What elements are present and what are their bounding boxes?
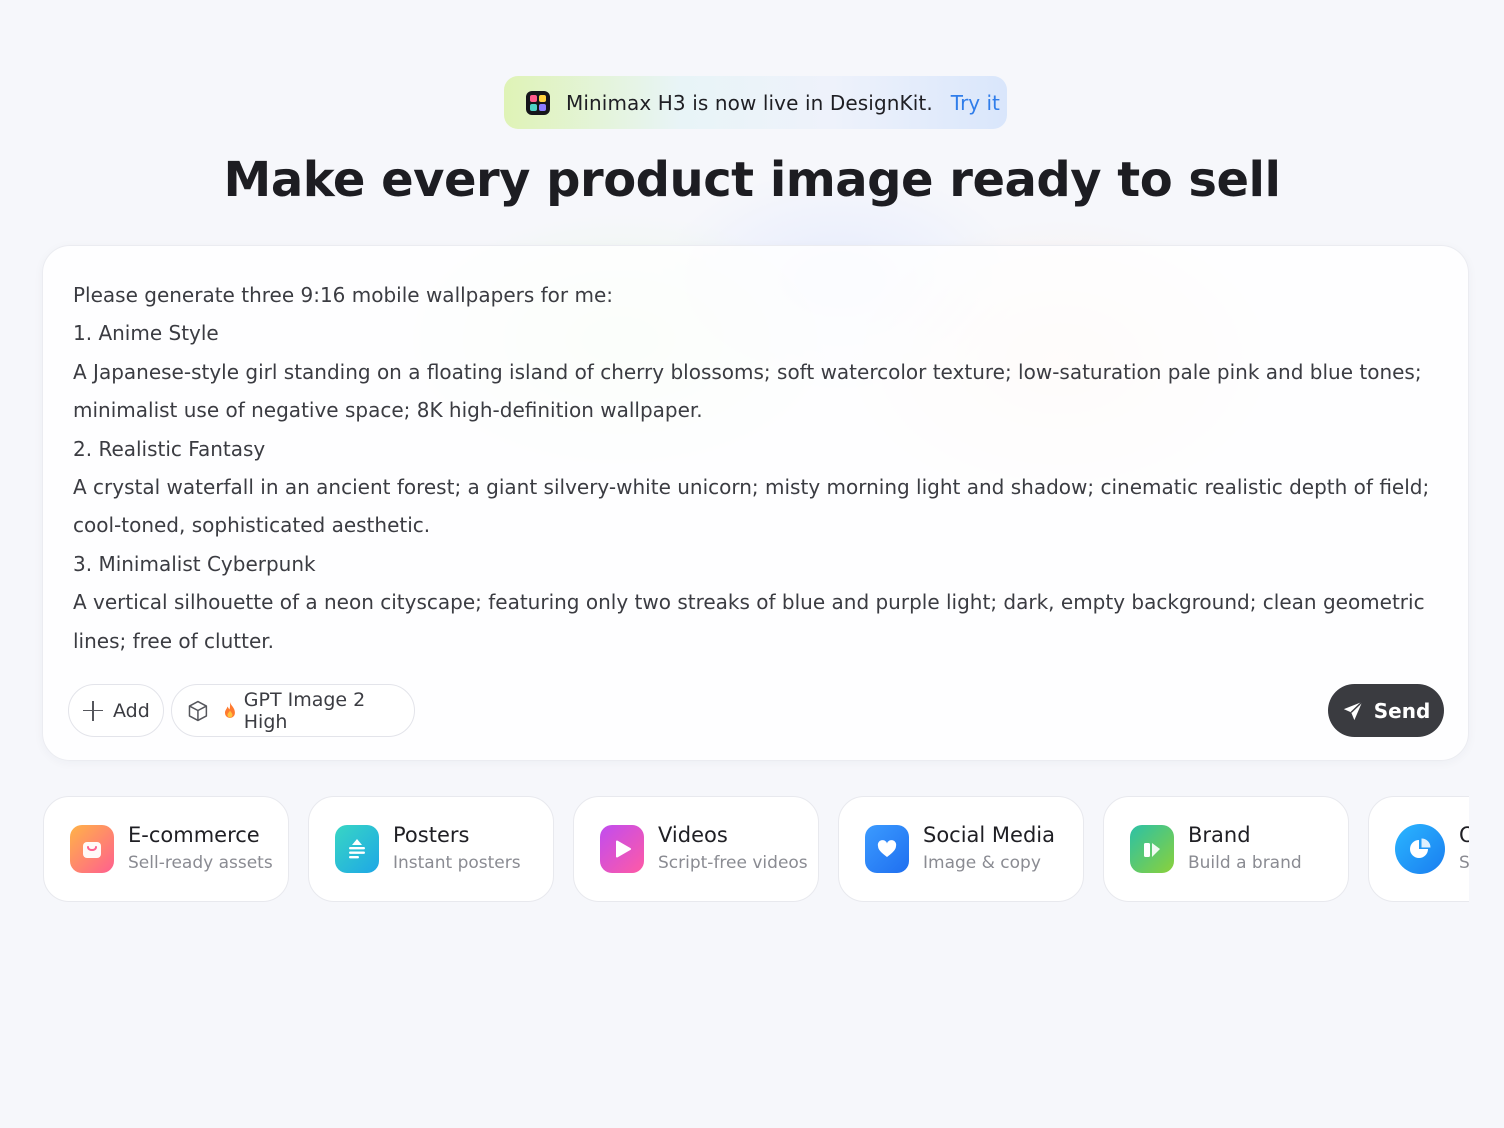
category-card-social-media[interactable]: Social Media Image & copy [838, 796, 1084, 902]
fire-icon [224, 701, 235, 718]
model-selector[interactable]: GPT Image 2 High [171, 684, 415, 737]
category-subtitle: St [1459, 853, 1469, 873]
page: Minimax H3 is now live in DesignKit. Try… [0, 0, 1504, 1128]
try-it-link[interactable]: Try it [951, 91, 1000, 115]
prompt-line: 3. Minimalist Cyberpunk [73, 551, 316, 576]
category-subtitle: Build a brand [1188, 853, 1302, 873]
prompt-line: A vertical silhouette of a neon cityscap… [73, 590, 1425, 653]
category-card-videos[interactable]: Videos Script-free videos [573, 796, 819, 902]
designkit-logo-icon [526, 90, 550, 115]
prompt-line: 2. Realistic Fantasy [73, 436, 266, 461]
category-card-brand[interactable]: Brand Build a brand [1103, 796, 1349, 902]
category-card-ecommerce[interactable]: E-commerce Sell-ready assets [43, 796, 289, 902]
shopping-bag-icon [70, 825, 114, 873]
play-icon [600, 825, 644, 873]
category-row: E-commerce Sell-ready assets Posters Ins… [43, 796, 1469, 904]
prompt-line: A crystal waterfall in an ancient forest… [73, 475, 1430, 538]
prompt-input[interactable]: Please generate three 9:16 mobile wallpa… [73, 276, 1433, 660]
category-title: E-commerce [128, 823, 260, 847]
prompt-card: Please generate three 9:16 mobile wallpa… [42, 245, 1469, 761]
category-subtitle: Script-free videos [658, 853, 808, 873]
category-title: Videos [658, 823, 728, 847]
model-label: GPT Image 2 High [243, 688, 366, 733]
plus-icon [83, 700, 103, 721]
poster-icon [335, 825, 379, 873]
send-button[interactable]: Send [1328, 684, 1444, 737]
prompt-line: Please generate three 9:16 mobile wallpa… [73, 283, 614, 307]
paper-plane-icon [1343, 700, 1363, 720]
pie-chart-icon [1395, 824, 1445, 874]
category-card-partial[interactable]: O St [1368, 796, 1469, 902]
page-title: Make every product image ready to sell [223, 152, 1281, 208]
heart-chat-icon [865, 825, 909, 873]
add-button[interactable]: Add [68, 684, 164, 737]
category-title: Brand [1188, 823, 1251, 847]
prompt-line: 1. Anime Style [73, 321, 219, 346]
category-title: Posters [393, 823, 470, 847]
prompt-line: A Japanese-style girl standing on a floa… [73, 359, 1422, 423]
category-subtitle: Sell-ready assets [128, 853, 273, 873]
brand-icon [1130, 825, 1174, 873]
cube-icon [188, 700, 208, 721]
category-card-posters[interactable]: Posters Instant posters [308, 796, 554, 902]
category-title: Social Media [923, 823, 1056, 847]
announcement-banner[interactable]: Minimax H3 is now live in DesignKit. Try… [504, 76, 1007, 129]
banner-text: Minimax H3 is now live in DesignKit. [566, 90, 933, 115]
add-label: Add [113, 699, 150, 722]
category-title: O [1459, 823, 1469, 847]
category-subtitle: Instant posters [393, 853, 521, 873]
category-subtitle: Image & copy [923, 853, 1041, 873]
send-label: Send [1373, 698, 1431, 723]
